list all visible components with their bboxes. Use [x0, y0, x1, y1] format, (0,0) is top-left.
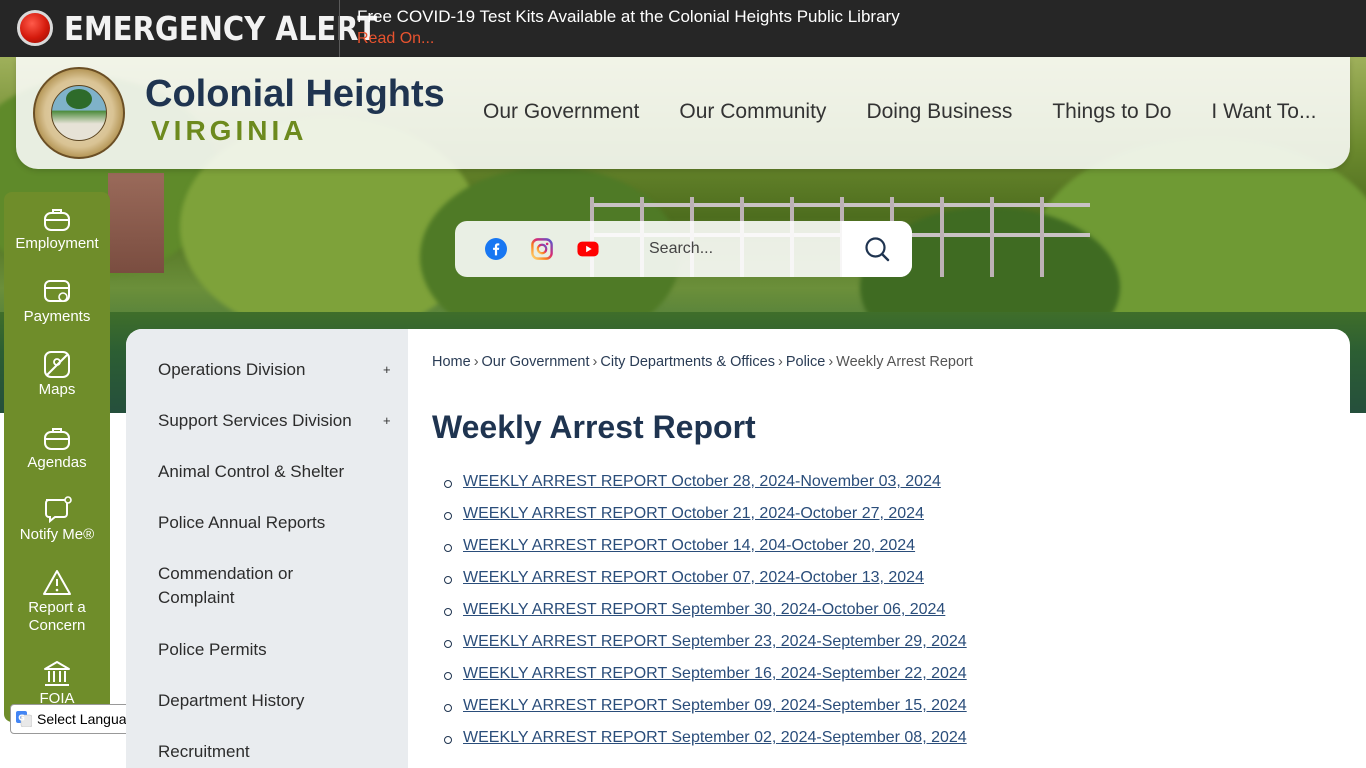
quicklink-payments[interactable]: Payments [4, 278, 110, 326]
report-link[interactable]: WEEKLY ARREST REPORT September 09, 2024-… [463, 697, 967, 714]
content-card: Operations Division + Support Services D… [126, 329, 1350, 768]
subnav-police-permits[interactable]: Police Permits [158, 638, 398, 662]
subnav-recruitment[interactable]: Recruitment [158, 740, 398, 764]
list-item: WEEKLY ARREST REPORT September 09, 2024-… [432, 697, 967, 729]
breadcrumb-our-government[interactable]: Our Government [482, 354, 590, 370]
subnav-expand-support-services[interactable]: + [383, 413, 391, 428]
quicklink-employment[interactable]: Employment [4, 205, 110, 253]
quicklink-label: Report a Concern [28, 599, 86, 634]
main-nav: Our Government Our Community Doing Busin… [483, 100, 1316, 124]
site-header: Colonial Heights VIRGINIA Our Government… [16, 57, 1350, 169]
payment-card-icon [44, 280, 70, 302]
report-link[interactable]: WEEKLY ARREST REPORT September 02, 2024-… [463, 729, 967, 746]
search-button[interactable] [842, 221, 912, 277]
alert-message[interactable]: Free COVID-19 Test Kits Available at the… [357, 7, 900, 27]
report-link[interactable]: WEEKLY ARREST REPORT October 14, 204-Oct… [463, 537, 915, 554]
city-seal-logo[interactable] [33, 67, 125, 159]
quicklink-maps[interactable]: Maps [4, 351, 110, 399]
list-item: WEEKLY ARREST REPORT October 28, 2024-No… [432, 473, 967, 505]
nav-doing-business[interactable]: Doing Business [866, 100, 1012, 124]
quicklink-label: Agendas [27, 454, 87, 471]
quick-links-sidebar: Employment Payments Maps Agendas Notify … [4, 192, 110, 722]
list-item: WEEKLY ARREST REPORT September 16, 2024-… [432, 665, 967, 697]
notify-chat-icon [45, 496, 72, 524]
search-icon [865, 237, 890, 262]
list-item: WEEKLY ARREST REPORT October 14, 204-Oct… [432, 537, 967, 569]
quicklink-foia[interactable]: FOIA [4, 660, 110, 708]
list-item: WEEKLY ARREST REPORT September 23, 2024-… [432, 633, 967, 665]
subnav-commendation-complaint[interactable]: Commendation or Complaint [158, 562, 318, 610]
breadcrumb-separator: › [777, 354, 783, 370]
quicklink-notify-me[interactable]: Notify Me® [4, 496, 110, 544]
youtube-icon[interactable] [577, 238, 599, 260]
page-title: Weekly Arrest Report [432, 409, 756, 445]
report-link[interactable]: WEEKLY ARREST REPORT September 30, 2024-… [463, 601, 945, 618]
breadcrumb: Home › Our Government › City Departments & O… [432, 354, 973, 370]
report-list: WEEKLY ARREST REPORT October 28, 2024-No… [432, 473, 967, 761]
subnav-animal-control[interactable]: Animal Control & Shelter [158, 460, 398, 484]
nav-i-want-to[interactable]: I Want To... [1211, 100, 1316, 124]
breadcrumb-current: Weekly Arrest Report [836, 354, 973, 370]
city-state: VIRGINIA [151, 115, 308, 146]
breadcrumb-separator: › [592, 354, 598, 370]
facebook-icon[interactable] [485, 238, 507, 260]
quicklink-label: Notify Me® [19, 526, 95, 543]
subnav-expand-operations[interactable]: + [383, 362, 391, 377]
breadcrumb-home[interactable]: Home [432, 354, 471, 370]
building-icon [44, 661, 70, 686]
subnav-operations-division[interactable]: Operations Division [158, 358, 398, 382]
report-link[interactable]: WEEKLY ARREST REPORT September 16, 2024-… [463, 665, 967, 682]
list-item: WEEKLY ARREST REPORT September 02, 2024-… [432, 729, 967, 761]
list-item: WEEKLY ARREST REPORT September 30, 2024-… [432, 601, 967, 633]
map-icon [44, 351, 70, 378]
quicklink-label: Maps [38, 381, 76, 398]
briefcase-icon [44, 209, 70, 231]
instagram-icon[interactable] [531, 238, 553, 260]
report-link[interactable]: WEEKLY ARREST REPORT October 28, 2024-No… [463, 473, 941, 490]
breadcrumb-separator: › [473, 354, 479, 370]
alert-title: EMERGENCY ALERT [64, 9, 378, 48]
gazebo [108, 173, 164, 273]
city-name[interactable]: Colonial Heights [145, 73, 445, 116]
nav-things-to-do[interactable]: Things to Do [1052, 100, 1171, 124]
breadcrumb-city-departments[interactable]: City Departments & Offices [600, 354, 775, 370]
quicklink-report-concern[interactable]: Report a Concern [4, 569, 110, 635]
subnav-support-services-division[interactable]: Support Services Division [158, 409, 398, 433]
emergency-alert-bar: EMERGENCY ALERT Free COVID-19 Test Kits … [0, 0, 1366, 57]
alert-divider [339, 0, 340, 57]
search-input[interactable] [627, 221, 841, 277]
list-item: WEEKLY ARREST REPORT October 07, 2024-Oc… [432, 569, 967, 601]
seal-tree [66, 89, 92, 109]
breadcrumb-police[interactable]: Police [786, 354, 826, 370]
alert-read-on-link[interactable]: Read On... [357, 30, 434, 48]
social-search-bar [455, 221, 912, 277]
report-link[interactable]: WEEKLY ARREST REPORT October 07, 2024-Oc… [463, 569, 924, 586]
nav-our-government[interactable]: Our Government [483, 100, 639, 124]
subnav-police-annual-reports[interactable]: Police Annual Reports [158, 511, 398, 535]
nav-our-community[interactable]: Our Community [679, 100, 826, 124]
quicklink-agendas[interactable]: Agendas [4, 424, 110, 472]
warning-icon [43, 570, 71, 595]
report-link[interactable]: WEEKLY ARREST REPORT September 23, 2024-… [463, 633, 967, 650]
breadcrumb-separator: › [828, 354, 834, 370]
report-link[interactable]: WEEKLY ARREST REPORT October 21, 2024-Oc… [463, 505, 924, 522]
list-item: WEEKLY ARREST REPORT October 21, 2024-Oc… [432, 505, 967, 537]
alert-beacon-icon [17, 10, 53, 46]
quicklink-label: Employment [15, 235, 99, 252]
subnav-department-history[interactable]: Department History [158, 689, 398, 713]
section-subnav: Operations Division + Support Services D… [126, 329, 408, 768]
agenda-icon [44, 428, 70, 450]
quicklink-label: Payments [23, 308, 91, 325]
